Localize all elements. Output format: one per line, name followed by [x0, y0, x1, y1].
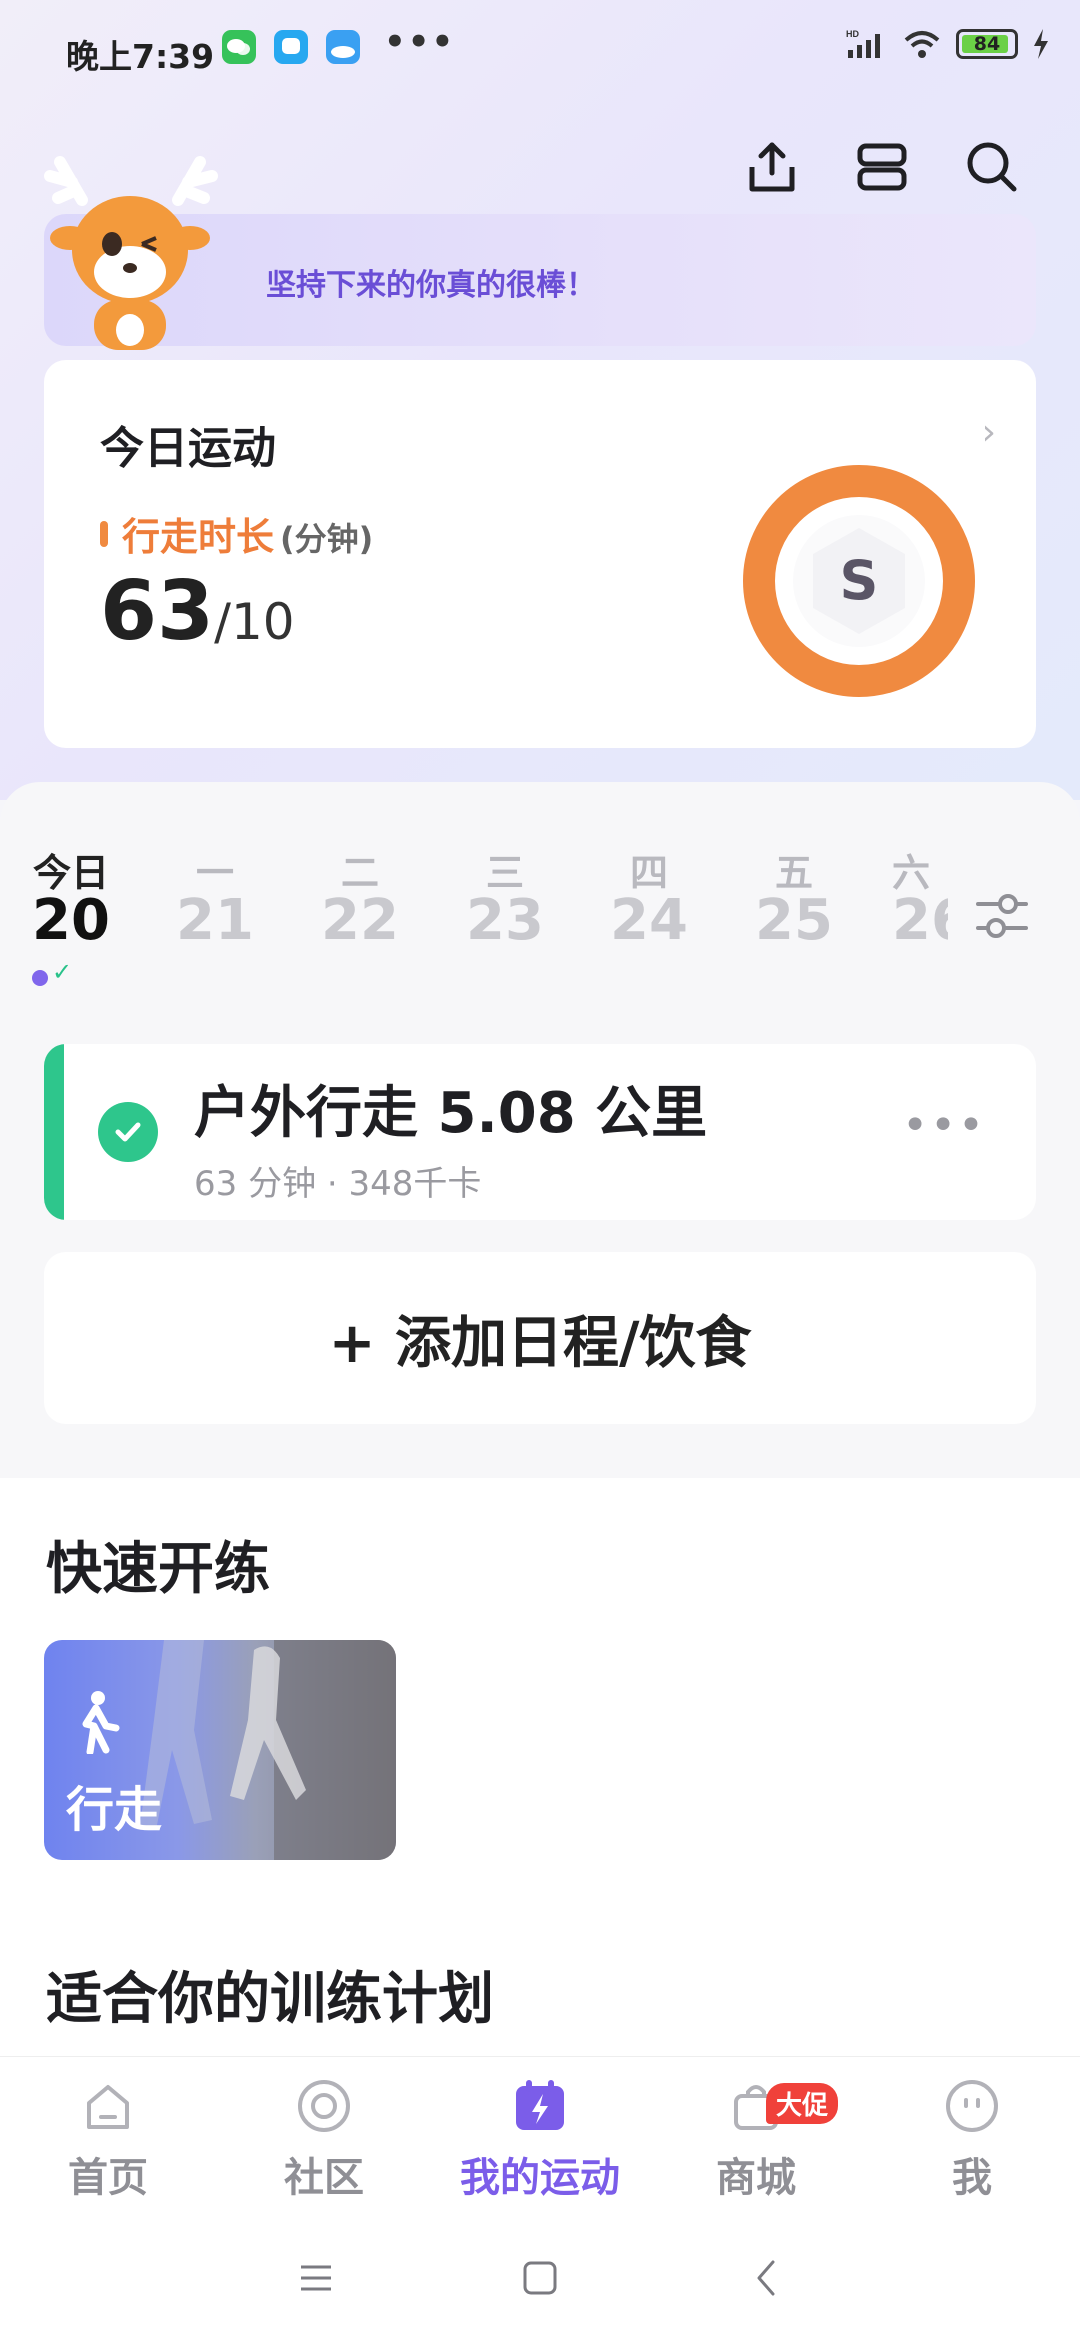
day-label: 今日 — [32, 851, 109, 895]
devices-button[interactable] — [850, 135, 914, 199]
day-label: 二 — [340, 851, 379, 895]
system-navigation-bar — [0, 2210, 1080, 2340]
day-number: 21 — [176, 888, 254, 953]
day-number: 24 — [610, 888, 688, 953]
status-more-icon: ••• — [384, 22, 456, 62]
activity-title: 户外行走 5.08 公里 — [194, 1081, 708, 1146]
status-bar: 晚上7:39 ••• HD 84 — [0, 0, 1080, 100]
today-title: 今日运动 — [100, 423, 276, 474]
schedule-sheet: 今日20 一21 二22 三23 四24 五25 六26 ✓ 户外行走 5.08 公里 63… — [0, 782, 1080, 1478]
day-number: 22 — [321, 888, 399, 953]
profile-face-icon — [864, 2071, 1080, 2141]
content-section: 快速开练 行走 适合你的训练计划 — [0, 1478, 1080, 2058]
metric-value: 63/10 — [100, 564, 295, 659]
metric-current: 63 — [100, 564, 215, 659]
status-time: 晚上7:39 — [66, 37, 215, 76]
share-icon — [749, 142, 795, 192]
tab-shop[interactable]: 大促 商城 — [648, 2071, 864, 2203]
tab-community[interactable]: 社区 — [216, 2071, 432, 2203]
back-button[interactable] — [736, 2248, 796, 2308]
svg-text:HD: HD — [846, 29, 859, 39]
day-label: 五 — [774, 851, 813, 895]
devices-icon — [857, 143, 907, 191]
day-number: 23 — [466, 888, 544, 953]
day-label: 四 — [629, 851, 668, 895]
community-icon — [216, 2071, 432, 2141]
tab-me-label: 我 — [952, 2155, 992, 2201]
menu-icon — [301, 2265, 331, 2291]
tab-me[interactable]: 我 — [864, 2071, 1080, 2203]
activity-accent-bar — [44, 1044, 64, 1220]
battery-icon: 84 — [956, 29, 1018, 59]
day-23[interactable]: 三 23 — [450, 842, 560, 953]
completed-check-icon — [98, 1102, 158, 1162]
metric-goal: /10 — [214, 593, 295, 651]
progress-ring: S — [743, 465, 975, 697]
wechat-icon — [222, 30, 256, 64]
today-check-icon: ✓ — [52, 958, 73, 986]
training-plan-title: 适合你的训练计划 — [46, 1967, 494, 2032]
day-label: 三 — [485, 851, 524, 895]
weather-icon — [326, 30, 360, 64]
walking-person-icon — [82, 1691, 120, 1754]
tab-home-label: 首页 — [68, 2155, 148, 2201]
wifi-icon — [904, 31, 940, 58]
home-button[interactable] — [510, 2248, 570, 2308]
signal-icon: HD — [846, 29, 880, 58]
chevron-right-icon: › — [981, 412, 996, 453]
sport-calendar-icon — [432, 2071, 648, 2141]
day-number: 26 — [892, 888, 948, 953]
tab-my-sport[interactable]: 我的运动 — [432, 2071, 648, 2203]
day-label: 六 — [892, 851, 931, 895]
recent-apps-button[interactable] — [286, 2248, 346, 2308]
add-schedule-button[interactable]: + 添加日程/饮食 — [44, 1252, 1036, 1424]
tab-home[interactable]: 首页 — [0, 2071, 216, 2203]
metric-name: 行走时长 — [122, 515, 275, 559]
day-25[interactable]: 五 25 — [739, 842, 849, 953]
day-label: 一 — [195, 851, 234, 895]
tab-shop-label: 商城 — [716, 2155, 796, 2201]
back-icon — [757, 2260, 775, 2296]
deer-mascot-icon — [44, 156, 218, 350]
metric-label-row: 行走时长 (分钟) — [100, 506, 373, 561]
banner-text: 坚持下来的你真的很棒！ — [266, 268, 596, 303]
today-exercise-card[interactable]: 今日运动 › 行走时长 (分钟) 63/10 S — [44, 360, 1036, 748]
tab-community-label: 社区 — [284, 2155, 364, 2201]
activity-record-card[interactable]: 户外行走 5.08 公里 63 分钟 · 348千卡 ••• — [44, 1044, 1036, 1220]
home-icon — [0, 2071, 216, 2141]
day-22[interactable]: 二 22 — [305, 842, 415, 953]
day-number: 20 — [32, 888, 110, 953]
charging-icon — [1034, 29, 1048, 59]
filter-settings-icon[interactable] — [972, 888, 1032, 944]
activity-subtitle: 63 分钟 · 348千卡 — [194, 1164, 482, 1204]
search-button[interactable] — [960, 135, 1024, 199]
search-icon — [967, 142, 1017, 192]
day-20[interactable]: 今日 20 — [16, 842, 126, 953]
day-number: 25 — [755, 888, 833, 953]
today-dot-indicator — [32, 970, 48, 986]
share-button[interactable] — [740, 135, 804, 199]
ring-badge-letter: S — [840, 549, 879, 612]
battery-level: 84 — [973, 33, 1001, 55]
tab-my-sport-label: 我的运动 — [460, 2155, 620, 2201]
day-26[interactable]: 六26 — [884, 842, 948, 953]
status-indicators: HD 84 — [846, 28, 1050, 60]
quick-start-walk-label: 行走 — [66, 1782, 163, 1838]
day-21[interactable]: 一 21 — [160, 842, 270, 953]
promo-badge: 大促 — [766, 2083, 839, 2124]
quick-start-walk-card[interactable]: 行走 — [44, 1640, 396, 1860]
bottom-tab-bar: 首页 社区 我的运动 大促 商城 我 — [0, 2056, 1080, 2211]
quick-start-title: 快速开练 — [46, 1537, 270, 1602]
add-schedule-label: + 添加日程/饮食 — [328, 1310, 752, 1376]
more-options-icon[interactable]: ••• — [902, 1100, 986, 1151]
metric-unit: (分钟) — [280, 520, 374, 558]
metric-indicator — [100, 520, 108, 547]
day-24[interactable]: 四 24 — [594, 842, 704, 953]
message-icon — [274, 30, 308, 64]
home-square-icon — [523, 2261, 557, 2295]
